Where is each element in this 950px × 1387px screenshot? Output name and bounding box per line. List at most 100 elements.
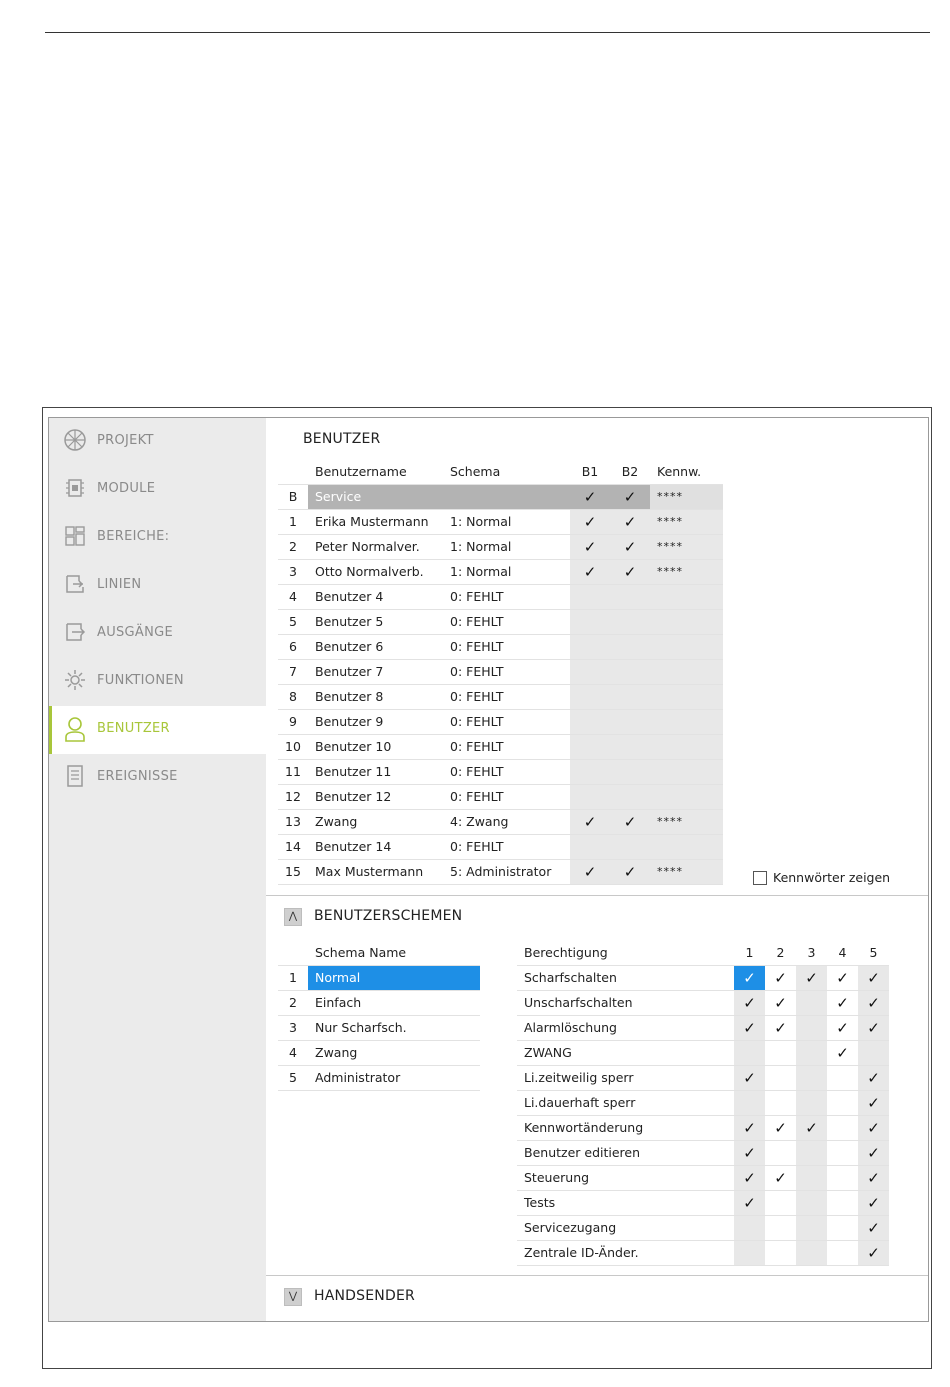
permission-cell[interactable] <box>827 1240 858 1266</box>
permission-cell[interactable] <box>827 1065 858 1091</box>
b2-cell[interactable] <box>610 734 650 760</box>
b2-cell[interactable] <box>610 659 650 685</box>
password-cell[interactable] <box>650 659 723 685</box>
b1-cell[interactable]: ✓ <box>570 484 610 510</box>
permission-cell[interactable] <box>765 1090 796 1116</box>
permission-cell[interactable]: ✓ <box>858 1065 889 1091</box>
table-row[interactable]: 10 Benutzer 10 0: FEHLT <box>278 734 723 760</box>
b2-cell[interactable]: ✓ <box>610 509 650 535</box>
show-passwords-checkbox[interactable]: Kennwörter zeigen <box>753 870 890 885</box>
username-cell[interactable]: Benutzer 12 <box>308 784 443 810</box>
b2-cell[interactable]: ✓ <box>610 809 650 835</box>
list-item[interactable]: 4 Zwang <box>278 1040 480 1066</box>
list-item[interactable]: 2 Einfach <box>278 990 480 1016</box>
username-cell[interactable]: Benutzer 4 <box>308 584 443 610</box>
scheme-name-cell[interactable]: Nur Scharfsch. <box>308 1015 480 1041</box>
schema-cell[interactable]: 0: FEHLT <box>443 634 570 660</box>
b1-cell[interactable]: ✓ <box>570 534 610 560</box>
sidebar-item-projekt[interactable]: PROJEKT <box>49 418 266 466</box>
permission-cell[interactable]: ✓ <box>765 965 796 991</box>
schema-cell[interactable]: 0: FEHLT <box>443 784 570 810</box>
schema-cell[interactable]: 0: FEHLT <box>443 709 570 735</box>
permission-cell[interactable]: ✓ <box>827 965 858 991</box>
permission-cell[interactable]: ✓ <box>858 1190 889 1216</box>
password-cell[interactable]: **** <box>650 484 723 510</box>
b2-cell[interactable] <box>610 759 650 785</box>
table-row[interactable]: 1 Erika Mustermann 1: Normal ✓ ✓ **** <box>278 509 723 535</box>
username-cell[interactable]: Zwang <box>308 809 443 835</box>
password-cell[interactable] <box>650 684 723 710</box>
list-item[interactable]: 5 Administrator <box>278 1065 480 1091</box>
permission-cell[interactable]: ✓ <box>858 1115 889 1141</box>
b1-cell[interactable]: ✓ <box>570 859 610 885</box>
expand-handsender-button[interactable]: ⋁ <box>284 1288 302 1306</box>
table-row[interactable]: 4 Benutzer 4 0: FEHLT <box>278 584 723 610</box>
permission-cell[interactable] <box>734 1090 765 1116</box>
table-row[interactable]: 3 Otto Normalverb. 1: Normal ✓ ✓ **** <box>278 559 723 585</box>
password-cell[interactable] <box>650 834 723 860</box>
permission-cell[interactable]: ✓ <box>827 1040 858 1066</box>
schema-cell[interactable]: 0: FEHLT <box>443 659 570 685</box>
table-row[interactable]: 12 Benutzer 12 0: FEHLT <box>278 784 723 810</box>
sidebar-item-module[interactable]: MODULE <box>49 466 266 514</box>
schema-cell[interactable]: 0: FEHLT <box>443 609 570 635</box>
permission-cell[interactable] <box>796 1140 827 1166</box>
b2-cell[interactable] <box>610 784 650 810</box>
permission-cell[interactable] <box>796 1240 827 1266</box>
b2-cell[interactable]: ✓ <box>610 534 650 560</box>
permission-cell[interactable] <box>796 1015 827 1041</box>
permission-cell[interactable]: ✓ <box>734 1115 765 1141</box>
permission-cell[interactable]: ✓ <box>858 1240 889 1266</box>
username-cell[interactable]: Service <box>308 484 443 510</box>
permission-cell[interactable] <box>827 1115 858 1141</box>
permission-cell[interactable]: ✓ <box>858 1140 889 1166</box>
username-cell[interactable]: Benutzer 8 <box>308 684 443 710</box>
permission-cell[interactable] <box>765 1065 796 1091</box>
schema-cell[interactable] <box>443 484 570 510</box>
schema-cell[interactable]: 0: FEHLT <box>443 834 570 860</box>
b1-cell[interactable]: ✓ <box>570 809 610 835</box>
permission-cell[interactable]: ✓ <box>858 1015 889 1041</box>
scheme-name-cell[interactable]: Administrator <box>308 1065 480 1091</box>
permission-cell[interactable]: ✓ <box>734 1190 765 1216</box>
permission-cell[interactable]: ✓ <box>734 1140 765 1166</box>
b1-cell[interactable] <box>570 734 610 760</box>
b1-cell[interactable] <box>570 709 610 735</box>
b1-cell[interactable] <box>570 684 610 710</box>
permission-cell[interactable]: ✓ <box>734 1015 765 1041</box>
schema-cell[interactable]: 0: FEHLT <box>443 584 570 610</box>
table-row[interactable]: 15 Max Mustermann 5: Administrator ✓ ✓ **** <box>278 859 723 885</box>
b2-cell[interactable] <box>610 634 650 660</box>
b2-cell[interactable]: ✓ <box>610 559 650 585</box>
permission-cell[interactable] <box>858 1040 889 1066</box>
b2-cell[interactable] <box>610 709 650 735</box>
list-item[interactable]: 3 Nur Scharfsch. <box>278 1015 480 1041</box>
permission-cell[interactable]: ✓ <box>858 1215 889 1241</box>
checkbox-box[interactable] <box>753 870 767 885</box>
schema-cell[interactable]: 5: Administrator <box>443 859 570 885</box>
permission-cell[interactable] <box>827 1090 858 1116</box>
table-row[interactable]: 6 Benutzer 6 0: FEHLT <box>278 634 723 660</box>
table-row[interactable]: 5 Benutzer 5 0: FEHLT <box>278 609 723 635</box>
table-row[interactable]: 7 Benutzer 7 0: FEHLT <box>278 659 723 685</box>
permission-cell[interactable] <box>765 1040 796 1066</box>
table-row[interactable]: 9 Benutzer 9 0: FEHLT <box>278 709 723 735</box>
b1-cell[interactable] <box>570 759 610 785</box>
username-cell[interactable]: Benutzer 14 <box>308 834 443 860</box>
b2-cell[interactable] <box>610 609 650 635</box>
permission-cell[interactable]: ✓ <box>796 965 827 991</box>
b1-cell[interactable]: ✓ <box>570 559 610 585</box>
schema-cell[interactable]: 0: FEHLT <box>443 734 570 760</box>
scheme-name-cell[interactable]: Einfach <box>308 990 480 1016</box>
schema-cell[interactable]: 1: Normal <box>443 509 570 535</box>
permission-cell[interactable]: ✓ <box>765 1015 796 1041</box>
sidebar-item-ereignisse[interactable]: EREIGNISSE <box>49 754 266 802</box>
username-cell[interactable]: Otto Normalverb. <box>308 559 443 585</box>
permission-cell[interactable]: ✓ <box>765 1115 796 1141</box>
schema-cell[interactable]: 1: Normal <box>443 534 570 560</box>
permission-cell[interactable] <box>796 1040 827 1066</box>
permission-cell[interactable] <box>734 1215 765 1241</box>
schema-cell[interactable]: 4: Zwang <box>443 809 570 835</box>
b1-cell[interactable] <box>570 584 610 610</box>
permission-cell[interactable]: ✓ <box>734 965 765 991</box>
